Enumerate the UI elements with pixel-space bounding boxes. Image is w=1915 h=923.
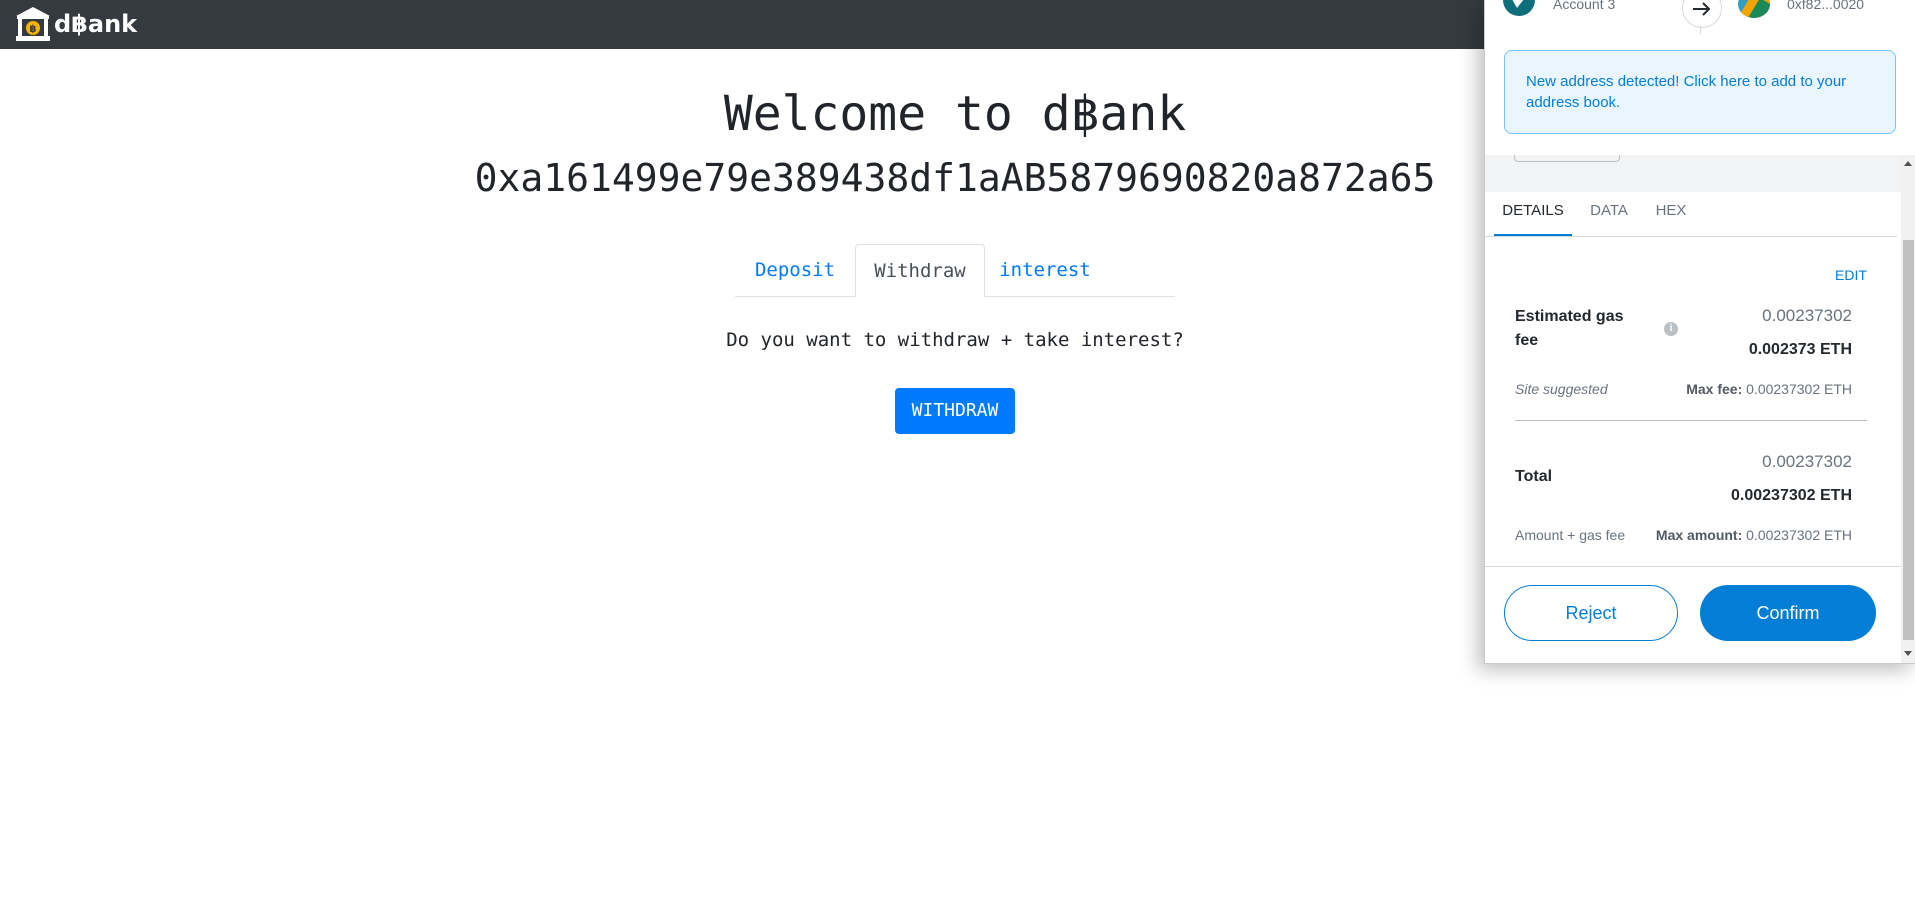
bank-icon: ฿ (16, 7, 50, 41)
total-primary: 0.00237302 ETH (1731, 487, 1852, 504)
details-tabs: DETAILS DATA HEX (1485, 192, 1897, 237)
max-amount-label: Max amount: (1655, 527, 1743, 543)
info-icon[interactable]: i (1664, 322, 1678, 336)
collapsed-button (1514, 155, 1620, 162)
new-address-notice[interactable]: New address detected! Click here to add … (1504, 50, 1896, 134)
max-fee: Max fee: 0.00237302 ETH (1686, 381, 1852, 397)
svg-text:฿: ฿ (30, 24, 37, 35)
max-fee-value: 0.00237302 ETH (1746, 381, 1852, 397)
amount-gas-label: Amount + gas fee (1515, 527, 1626, 543)
max-amount: Max amount: 0.00237302 ETH (1656, 527, 1852, 543)
tab-interest[interactable]: interest (985, 244, 1105, 296)
edit-gas-link[interactable]: EDIT (1835, 267, 1867, 283)
total-label: Total (1515, 468, 1553, 485)
recipient-avatar-icon (1738, 0, 1770, 18)
site-suggested-label: Site suggested (1515, 381, 1608, 397)
footer-divider (1485, 566, 1901, 567)
scroll-thumb[interactable] (1903, 240, 1914, 640)
metamask-popup: Account 3 0xf82...0020 New address detec… (1484, 0, 1915, 664)
sender-recipient-bar: Account 3 0xf82...0020 (1485, 0, 1915, 40)
gas-fee-primary: 0.002373 ETH (1748, 341, 1852, 358)
withdraw-button[interactable]: WITHDRAW (895, 388, 1015, 434)
brand-link[interactable]: ฿ d฿ank (14, 3, 137, 45)
reject-button[interactable]: Reject (1504, 585, 1678, 641)
divider (1515, 420, 1867, 421)
transaction-details-panel: DETAILS DATA HEX EDIT Estimated gas fee … (1485, 155, 1901, 663)
arrow-right-icon (1682, 0, 1722, 28)
tab-hex[interactable]: HEX (1643, 192, 1699, 236)
total-secondary: 0.00237302 (1762, 452, 1852, 471)
tab-data[interactable]: DATA (1577, 192, 1641, 236)
gas-fee-secondary: 0.00237302 (1762, 306, 1852, 325)
gas-fee-label: Estimated gas fee (1515, 308, 1624, 349)
brand-name: d฿ank (54, 10, 138, 38)
max-fee-label: Max fee: (1686, 381, 1743, 397)
max-amount-value: 0.00237302 ETH (1746, 527, 1852, 543)
tab-details[interactable]: DETAILS (1494, 192, 1572, 236)
header-strip (1485, 155, 1901, 192)
action-tabs: Deposit Withdraw interest (735, 244, 1175, 297)
connector-line (1700, 26, 1701, 34)
scroll-down-icon[interactable] (1904, 651, 1912, 656)
scrollbar[interactable] (1901, 155, 1915, 663)
scroll-up-icon[interactable] (1904, 161, 1912, 166)
tab-deposit[interactable]: Deposit (735, 244, 855, 296)
account-avatar-icon (1503, 0, 1535, 16)
confirm-button[interactable]: Confirm (1700, 585, 1876, 641)
to-address[interactable]: 0xf82...0020 (1787, 0, 1864, 12)
from-account-name[interactable]: Account 3 (1553, 0, 1615, 12)
tab-withdraw[interactable]: Withdraw (855, 244, 985, 297)
